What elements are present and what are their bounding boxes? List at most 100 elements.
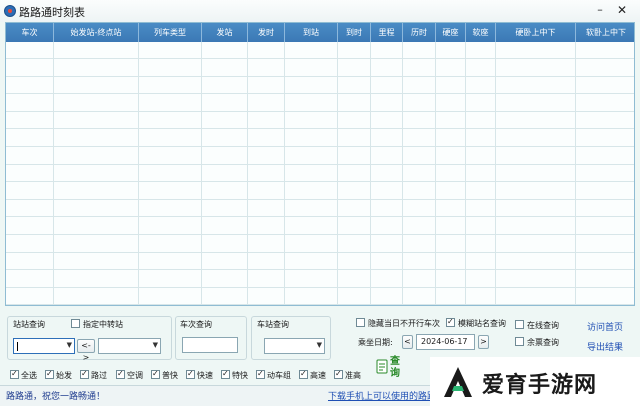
filter-label: 普快	[162, 371, 178, 380]
column-header-soft-seat[interactable]: 软座	[466, 23, 496, 42]
swap-button[interactable]: <->	[77, 339, 95, 362]
chevron-down-icon: ▼	[66, 341, 72, 349]
remaining-tickets-label: 余票查询	[527, 338, 559, 347]
text-caret	[17, 342, 18, 351]
next-date-button[interactable]: >	[478, 335, 489, 349]
travel-date-field[interactable]: 2024-06-17	[416, 334, 475, 350]
mobile-download-link[interactable]: 下载手机上可以使用的路路	[328, 389, 436, 402]
table-row[interactable]	[6, 60, 634, 77]
table-row[interactable]	[6, 200, 634, 218]
table-row[interactable]	[6, 183, 634, 200]
visit-home-link[interactable]: 访问首页	[587, 320, 623, 333]
filter-checkbox[interactable]	[45, 369, 54, 379]
table-row[interactable]	[6, 236, 634, 253]
hide-not-running-label: 隐藏当日不开行车次	[368, 319, 440, 328]
watermark-a-icon	[444, 367, 472, 397]
query-button[interactable]: 查询	[390, 356, 402, 382]
grid-body[interactable]	[6, 42, 634, 305]
filter-checkbox[interactable]	[80, 369, 89, 379]
fuzzy-search-label: 模糊站名查询	[458, 319, 506, 328]
filter-checkbox[interactable]	[10, 369, 19, 379]
window-title: 路路通时刻表	[19, 6, 85, 19]
status-message: 路路通，祝您一路畅通！	[6, 392, 106, 402]
column-divider	[495, 42, 496, 305]
filter-checkbox[interactable]	[116, 369, 125, 379]
filter-checkbox[interactable]	[151, 369, 160, 379]
column-divider	[284, 42, 285, 305]
column-header-arrive-time[interactable]: 到时	[338, 23, 371, 42]
train-query-label: 车次查询	[180, 320, 212, 329]
table-row[interactable]	[6, 218, 634, 235]
column-header-hard-sleeper[interactable]: 硬卧上中下	[496, 23, 576, 42]
close-button[interactable]: ✕	[612, 2, 632, 18]
table-row[interactable]	[6, 77, 634, 95]
filter-checkbox[interactable]	[186, 369, 195, 379]
app-window: 路路通时刻表 – ✕ 车次 始发站-终点站 列车类型 发站 发时 到站 到时 里…	[0, 0, 640, 406]
filter-checkbox[interactable]	[334, 369, 343, 379]
remaining-tickets-checkbox[interactable]	[515, 337, 524, 346]
table-row[interactable]	[6, 271, 634, 288]
fuzzy-search-checkbox[interactable]	[446, 317, 455, 327]
column-header-depart-station[interactable]: 发站	[202, 23, 248, 42]
column-header-hard-seat[interactable]: 硬座	[436, 23, 466, 42]
online-query-label: 在线查询	[527, 321, 559, 330]
timetable-grid[interactable]: 车次 始发站-终点站 列车类型 发站 发时 到站 到时 里程 历时 硬座 软座 …	[5, 22, 635, 306]
column-divider	[138, 42, 139, 305]
train-number-input[interactable]	[182, 337, 238, 353]
column-divider	[402, 42, 403, 305]
filter-checkbox[interactable]	[299, 369, 308, 379]
filter-checkbox[interactable]	[256, 369, 265, 379]
chevron-down-icon: ▼	[316, 341, 322, 349]
filter-label: 动车组	[267, 371, 291, 380]
column-header-depart-time[interactable]: 发时	[248, 23, 285, 42]
online-query-checkbox[interactable]	[515, 320, 524, 329]
to-station-select[interactable]: ▼	[98, 338, 161, 354]
filter-label: 准高	[345, 371, 361, 380]
column-header-route[interactable]: 始发站-终点站	[54, 23, 139, 42]
column-header-duration[interactable]: 历时	[403, 23, 436, 42]
from-station-select[interactable]: ▼	[13, 338, 75, 354]
table-row[interactable]	[6, 148, 634, 165]
filter-label: 高速	[310, 371, 326, 380]
station-select[interactable]: ▼	[264, 338, 325, 354]
filter-checkbox[interactable]	[221, 369, 230, 379]
table-row[interactable]	[6, 42, 634, 59]
grid-header: 车次 始发站-终点站 列车类型 发站 发时 到站 到时 里程 历时 硬座 软座 …	[6, 23, 634, 42]
app-logo-icon	[4, 5, 16, 17]
filter-label: 全选	[21, 371, 37, 380]
watermark-logo: 爱育手游网	[430, 357, 640, 406]
column-header-distance[interactable]: 里程	[371, 23, 403, 42]
chevron-down-icon: ▼	[152, 341, 158, 349]
column-divider	[435, 42, 436, 305]
watermark-text: 爱育手游网	[482, 373, 598, 398]
minimize-button[interactable]: –	[590, 2, 610, 18]
filter-label: 空调	[127, 371, 143, 380]
column-header-soft-sleeper[interactable]: 软卧上中下	[576, 23, 634, 42]
column-divider	[247, 42, 248, 305]
table-row[interactable]	[6, 130, 634, 147]
column-divider	[53, 42, 54, 305]
filter-label: 快速	[197, 371, 213, 380]
travel-date-label: 乘坐日期:	[358, 338, 393, 347]
column-divider	[370, 42, 371, 305]
column-header-arrive-station[interactable]: 到站	[285, 23, 338, 42]
table-row[interactable]	[6, 165, 634, 183]
table-row[interactable]	[6, 288, 634, 305]
query-icon[interactable]	[376, 358, 388, 374]
prev-date-button[interactable]: <	[402, 335, 413, 349]
column-divider	[337, 42, 338, 305]
column-divider	[465, 42, 466, 305]
transfer-checkbox[interactable]	[71, 319, 80, 328]
filter-label: 特快	[232, 371, 248, 380]
station-query-label: 站站查询	[13, 320, 45, 329]
column-header-type[interactable]: 列车类型	[139, 23, 202, 42]
transfer-label: 指定中转站	[83, 320, 123, 329]
column-header-train[interactable]: 车次	[6, 23, 54, 42]
table-row[interactable]	[6, 112, 634, 130]
hide-not-running-checkbox[interactable]	[356, 318, 365, 327]
title-bar: 路路通时刻表 – ✕	[0, 0, 640, 22]
column-divider	[201, 42, 202, 305]
export-results-link[interactable]: 导出结果	[587, 340, 623, 353]
table-row[interactable]	[6, 253, 634, 271]
table-row[interactable]	[6, 95, 634, 112]
